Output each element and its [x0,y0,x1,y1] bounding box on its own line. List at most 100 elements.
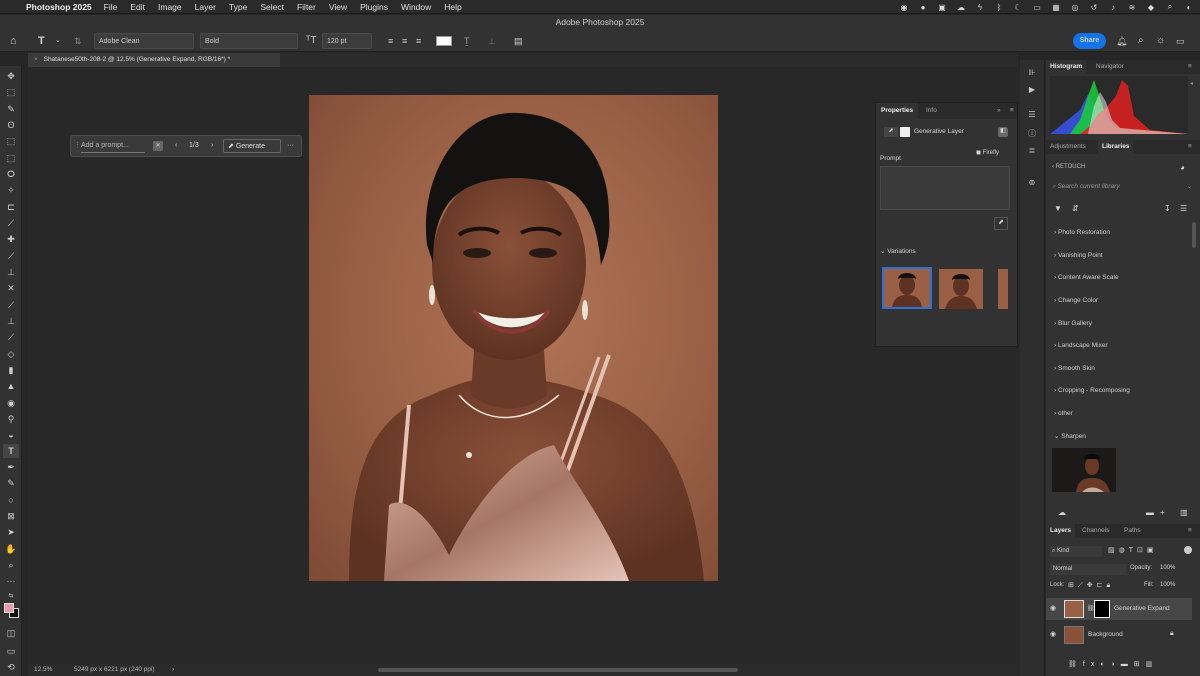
share-button[interactable]: Share [1073,33,1106,49]
app-menu[interactable]: Photoshop 2025 [26,2,92,12]
text-tool-icon[interactable]: T [3,444,19,458]
tab-layers[interactable]: Layers [1046,524,1075,538]
menu-window[interactable]: Window [401,2,431,12]
dropbox-icon[interactable]: ◆ [1146,3,1156,12]
swap-colors-icon[interactable]: ⇆ [3,589,19,603]
filter-icon[interactable]: ▼ [1054,204,1062,213]
filter-toggle-icon[interactable] [1184,546,1192,554]
histogram-scroll-icon[interactable]: ◂ [1190,80,1198,134]
object-selection-icon[interactable]: ⬚ [3,134,19,148]
chevron-right-icon[interactable]: › [172,664,174,676]
share-tools-icon[interactable]: ⟲ [3,660,19,674]
previous-variation-icon[interactable]: ‹ [175,139,177,153]
rectangle-icon[interactable]: ⊠ [3,509,19,523]
gradient-icon[interactable]: ▮ [3,363,19,377]
library-asset-thumbnail[interactable] [1052,448,1116,492]
list-view-icon[interactable]: ☰ [1180,204,1187,213]
mask-icon[interactable]: ◧ [998,127,1008,137]
library-name[interactable]: ‹ RETOUCH [1052,164,1085,170]
tab-histogram[interactable]: Histogram [1046,60,1087,74]
spot-healing-icon[interactable]: ✚ [3,232,19,246]
library-group[interactable]: › other [1054,410,1073,417]
properties-icon[interactable]: ≣ [1025,146,1039,158]
menu-select[interactable]: Select [260,2,284,12]
healing-brush-icon[interactable]: ✎ [3,102,19,116]
horizontal-scrollbar[interactable] [378,668,738,672]
variation-thumbnail[interactable] [882,267,932,309]
tab-paths[interactable]: Paths [1120,524,1145,538]
fill-value[interactable]: 100% [1160,582,1175,588]
adjustments-icon[interactable]: ☰ [1025,110,1039,122]
library-group[interactable]: › Cropping - Recomposing [1054,387,1130,394]
next-variation-icon[interactable]: › [211,139,213,153]
libraries-scrollbar[interactable] [1192,222,1196,248]
blur-icon[interactable]: ◉ [3,396,19,410]
libraries-icon[interactable]: ⊚ [1025,178,1039,190]
record-icon[interactable]: ● [918,3,928,12]
opacity-value[interactable]: 100% [1160,565,1175,571]
target-icon[interactable]: ◎ [1070,3,1080,12]
bell-icon[interactable]: 🔔︎ [1116,33,1127,49]
home-icon[interactable]: ⌂ [10,33,17,49]
clear-prompt-icon[interactable]: ✕ [153,141,163,151]
menu-filter[interactable]: Filter [297,2,316,12]
tab-properties[interactable]: Properties [876,103,919,119]
library-group[interactable]: › Photo Restoration [1054,229,1110,236]
layer-filter-icons[interactable]: ▨◍T⊡▣ [1108,546,1157,554]
history-icon[interactable]: ↺ [1089,3,1099,12]
document-tab[interactable]: × Shatanese50th-208-2 @ 12.5% (Generativ… [28,53,280,67]
quick-mask-icon[interactable]: ◫ [3,626,19,640]
volume-icon[interactable]: ♪ [1108,3,1118,12]
library-group[interactable]: › Change Color [1054,297,1098,304]
align-center-icon[interactable]: ≡ [402,33,407,49]
panel-menu-icon[interactable]: ≡ [1005,103,1019,119]
user-icon[interactable]: ◕ [1180,163,1185,172]
stamp-icon[interactable]: ⊥ [3,314,19,328]
menu-plugins[interactable]: Plugins [360,2,388,12]
clone-stamp-icon[interactable]: ⊥ [3,265,19,279]
orientation-icon[interactable]: ⇅ [74,33,82,49]
bolt-icon[interactable]: ϟ [975,3,985,12]
more-tools-icon[interactable]: ··· [3,574,19,588]
type-tool-icon[interactable]: T [38,33,45,49]
direct-selection-icon[interactable]: ➤ [3,525,19,539]
tab-libraries[interactable]: Libraries [1098,140,1134,154]
wifi-icon[interactable]: ≋ [1127,3,1137,12]
library-group[interactable]: › Vanishing Point [1054,252,1103,259]
font-style-select[interactable]: Bold [200,33,298,49]
grid-icon[interactable]: ▦ [1051,3,1061,12]
cloud-sync-icon[interactable]: ☁ [1058,508,1066,517]
menu-file[interactable]: File [104,2,118,12]
info-icon[interactable]: ⓘ [1025,128,1039,140]
eye-icon[interactable]: ◉ [1050,630,1056,638]
bluetooth-icon[interactable]: ᛒ [994,3,1004,12]
tab-channels[interactable]: Channels [1078,524,1113,538]
eraser-brush-icon[interactable]: ⟋ [3,298,19,312]
text-color-swatch[interactable] [436,36,452,46]
prompt-input[interactable]: Add a prompt... [81,139,145,153]
panel-menu-icon[interactable]: ≡ [1184,60,1196,74]
menu-edit[interactable]: Edit [130,2,145,12]
paint-bucket-icon[interactable]: ▲ [3,379,19,393]
library-group[interactable]: › Smooth Skin [1054,365,1095,372]
art-history-icon[interactable]: ⟋ [3,330,19,344]
warp-text-icon[interactable]: Ṯ [464,33,470,49]
font-size-select[interactable]: 120 pt [322,33,372,49]
portrait-photo[interactable] [309,95,718,581]
creative-cloud-icon[interactable]: ◉ [899,3,909,12]
layer-row[interactable]: ◉ ⛓ Generative Expand [1046,598,1192,620]
menu-image[interactable]: Image [158,2,182,12]
more-options-icon[interactable]: ··· [287,139,294,153]
variations-header[interactable]: ⌄ Variations [880,247,916,255]
chat-icon[interactable]: ▣ [937,3,947,12]
variation-thumbnail[interactable] [939,269,983,309]
close-icon[interactable]: × [34,56,38,63]
tab-navigator[interactable]: Navigator [1092,60,1128,74]
hand-icon[interactable]: ✋ [3,542,19,556]
move-tool-icon[interactable]: ✥ [3,69,19,83]
discover-icon[interactable]: ☼ [1156,33,1165,49]
foreground-color-swatch[interactable] [4,603,14,613]
sort-alpha-icon[interactable]: ↧ [1164,204,1171,213]
magic-wand-icon[interactable]: ✧ [3,183,19,197]
sort-icon[interactable]: ⇵ [1072,204,1079,213]
